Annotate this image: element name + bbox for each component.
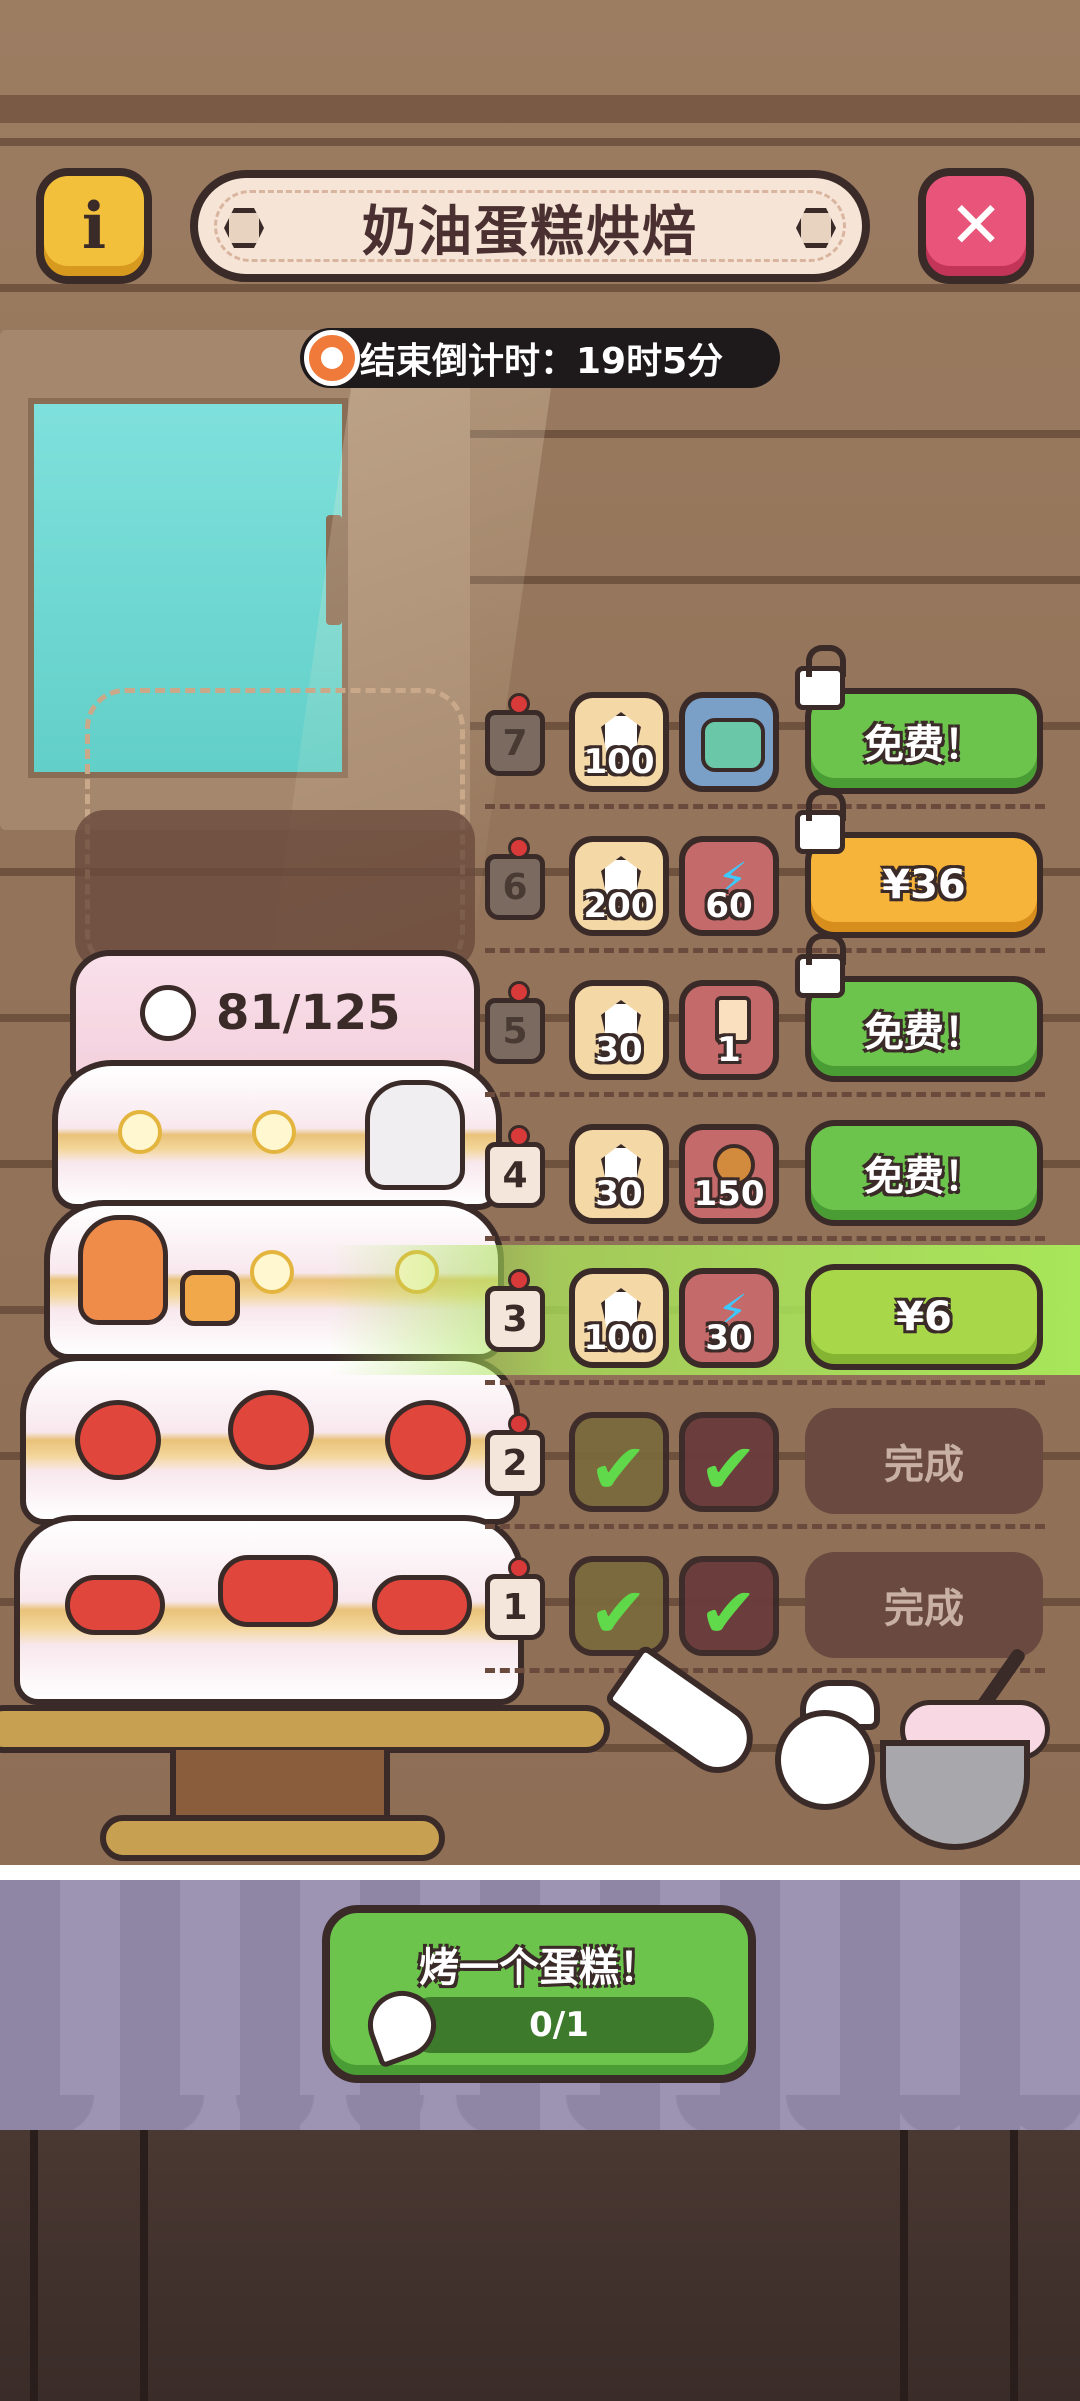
cake-stand-stem (170, 1750, 390, 1820)
reward-slot-crystal[interactable]: 200 (569, 836, 669, 936)
row-divider (485, 1524, 1045, 1529)
countdown-timer: 结束倒计时：19时5分 (300, 328, 780, 388)
flower-decoration (118, 1110, 162, 1154)
wall-beam (0, 95, 1080, 123)
buy-button-level-3[interactable]: ¥6 (805, 1264, 1043, 1370)
reward-row-6: 6 200 ⚡ 60 ¥36 (485, 789, 1045, 940)
cake-stand-plate (0, 1705, 610, 1753)
level-badge: 2 (485, 1413, 545, 1496)
reward-slot-crystal[interactable]: 100 (569, 692, 669, 792)
game-screen: i 奶油蛋糕烘焙 ✕ 结束倒计时：19时5分 81/125 7 100 免费！ … (0, 0, 1080, 2401)
bake-progress-bar: 0/1 (404, 1997, 714, 2053)
reward-slot-claimed: ✔ (569, 1412, 669, 1512)
baker-character (775, 1710, 875, 1810)
reward-slot-claimed: ✔ (679, 1556, 779, 1656)
reward-row-7: 7 100 免费！ (485, 645, 1045, 796)
cake-progress: 81/125 (140, 985, 401, 1041)
robot-pack-icon (701, 718, 765, 772)
cherry-icon (508, 981, 530, 1003)
lock-icon (795, 645, 846, 710)
floor (0, 2130, 1080, 2401)
apple-decoration (228, 1390, 314, 1470)
lock-icon (795, 789, 846, 854)
check-icon: ✔ (589, 1572, 648, 1654)
row-divider (485, 1668, 1045, 1673)
reward-slot-crystal[interactable]: 100 (569, 1268, 669, 1368)
cream-icon (140, 985, 196, 1041)
level-badge: 7 (485, 693, 545, 776)
row-divider (485, 804, 1045, 809)
level-badge: 1 (485, 1557, 545, 1640)
lock-icon (795, 933, 846, 998)
reward-row-2: 2 ✔ ✔ 完成 (485, 1406, 1045, 1516)
cake-stand-base (100, 1815, 445, 1861)
reward-row-1: 1 ✔ ✔ 完成 (485, 1550, 1045, 1660)
cake-progress-text: 81/125 (216, 985, 401, 1041)
gift-box-icon (180, 1270, 240, 1326)
apple-decoration (75, 1400, 161, 1480)
reward-row-3: 3 100 ⚡ 30 ¥6 (485, 1262, 1045, 1372)
bake-progress-text: 0/1 (529, 2005, 589, 2045)
floor-plank (140, 2130, 148, 2401)
reward-row-4: 4 30 150 免费！ (485, 1118, 1045, 1228)
reward-row-5: 5 30 1 免费！ (485, 933, 1045, 1084)
row-divider (485, 948, 1045, 953)
cherry-icon (508, 1125, 530, 1147)
cake-tier-placeholder-shadow (75, 810, 475, 970)
level-badge: 4 (485, 1125, 545, 1208)
ribbon-bow-decoration (218, 1555, 338, 1627)
floor-plank (1010, 2130, 1018, 2401)
floor-plank (900, 2130, 908, 2401)
reward-slot-claimed: ✔ (569, 1556, 669, 1656)
reward-slot-claimed: ✔ (679, 1412, 779, 1512)
reward-slot-lightning[interactable]: ⚡ 60 (679, 836, 779, 936)
cream-cone-icon (358, 1981, 446, 2069)
claim-button-level-4[interactable]: 免费！ (805, 1120, 1043, 1226)
info-icon: i (81, 188, 107, 264)
completed-label-level-1: 完成 (805, 1552, 1043, 1658)
reward-slot-lightning[interactable]: ⚡ 30 (679, 1268, 779, 1368)
level-badge: 5 (485, 981, 545, 1064)
reward-slot-card-pack[interactable]: 1 (679, 980, 779, 1080)
cherry-icon (508, 837, 530, 859)
timer-icon (304, 330, 360, 386)
row-divider (485, 1380, 1045, 1385)
cherry-icon (508, 1269, 530, 1291)
page-title: 奶油蛋糕烘焙 (362, 199, 698, 263)
reward-slot-crystal[interactable]: 30 (569, 1124, 669, 1224)
reward-slot-robot-pack[interactable] (679, 692, 779, 792)
check-icon: ✔ (699, 1428, 758, 1510)
level-badge: 3 (485, 1269, 545, 1352)
flower-decoration (252, 1110, 296, 1154)
wolf-character (365, 1080, 465, 1190)
ribbon-bow-decoration (65, 1575, 165, 1635)
reward-slot-cookie[interactable]: 150 (679, 1124, 779, 1224)
apple-decoration (385, 1400, 471, 1480)
title-banner: 奶油蛋糕烘焙 (190, 170, 870, 282)
row-divider (485, 1092, 1045, 1097)
cherry-icon (508, 693, 530, 715)
info-button[interactable]: i (36, 168, 152, 284)
close-icon: ✕ (949, 189, 1003, 263)
flower-decoration (250, 1250, 294, 1294)
reward-slot-crystal[interactable]: 30 (569, 980, 669, 1080)
row-divider (485, 1236, 1045, 1241)
bake-cake-button[interactable]: 烤一个蛋糕！ 0/1 (322, 1905, 756, 2083)
close-button[interactable]: ✕ (918, 168, 1034, 284)
cherry-icon (508, 1557, 530, 1579)
floor-plank (30, 2130, 38, 2401)
level-badge: 6 (485, 837, 545, 920)
cherry-icon (508, 1413, 530, 1435)
countdown-text: 结束倒计时：19时5分 (360, 341, 724, 382)
check-icon: ✔ (589, 1428, 648, 1510)
fox-character (78, 1215, 168, 1325)
check-icon: ✔ (699, 1572, 758, 1654)
completed-label-level-2: 完成 (805, 1408, 1043, 1514)
ribbon-bow-decoration (372, 1575, 472, 1635)
bake-button-label: 烤一个蛋糕！ (419, 1945, 659, 1991)
